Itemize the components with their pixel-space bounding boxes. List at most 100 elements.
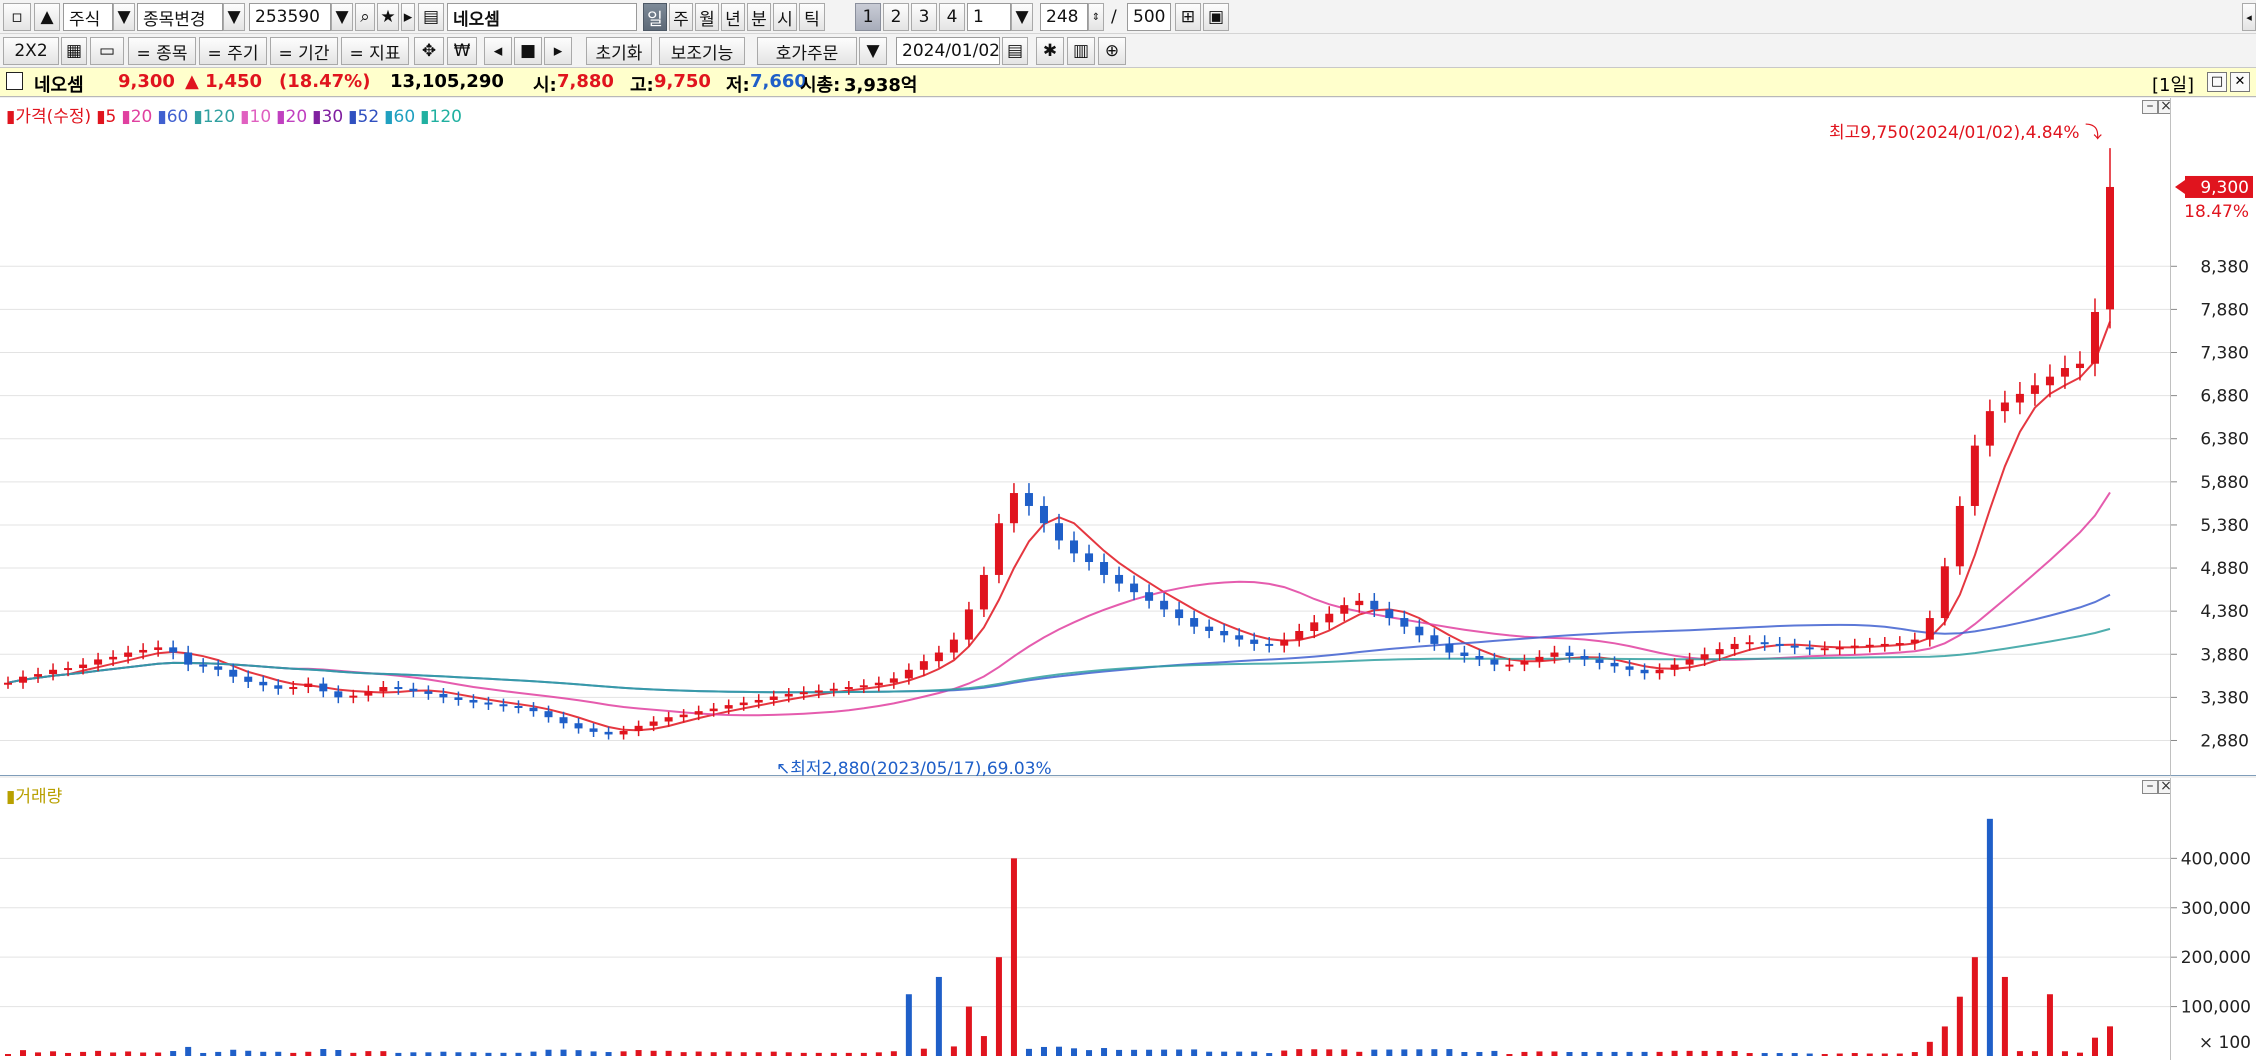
volume-bar [980,1036,987,1056]
price-chart[interactable]: ▮가격(수정) ▮5 ▮20 ▮60 ▮120 ▮10 ▮20 ▮30 ▮52 ▮60 ▮120 최… [0,98,2174,779]
price-chart-svg [0,148,2170,741]
change-symbol-select[interactable]: 종목변경 [137,3,223,31]
gear-icon[interactable]: ✱ [1036,37,1064,65]
info-mcap-label: 시총: [800,75,841,96]
grid-icon[interactable]: ▦ [61,37,87,65]
candle-body [124,652,133,657]
save-icon[interactable]: ▣ [1203,3,1229,31]
period-hour[interactable]: 시 [773,3,797,31]
quote-order-button[interactable]: 호가주문 [757,37,857,65]
select-checkbox[interactable] [6,72,23,90]
pane-minimize-icon[interactable]: – [2142,779,2158,794]
candle-body [619,730,628,735]
period-minute[interactable]: 분 [747,3,771,31]
interval-input[interactable]: 1 [967,3,1011,31]
candle-body [1115,574,1124,584]
chevron-down-icon[interactable]: ▼ [223,3,245,31]
interval-2[interactable]: 2 [883,3,909,31]
candle-body [1535,656,1544,662]
candle-body [784,693,793,697]
chevron-up-icon[interactable]: ▲ [34,3,60,31]
chart-settings-icon[interactable]: ▥ [1067,37,1095,65]
next-icon[interactable]: ▸ [544,37,572,65]
interval-1[interactable]: 1 [855,3,881,31]
pane-minimize-icon[interactable]: – [2142,99,2158,114]
candle-body [244,676,253,682]
search-icon[interactable]: ⌕ [355,3,375,31]
candle-body [1415,626,1424,636]
calendar-icon[interactable]: ▤ [1002,37,1028,65]
interval-4[interactable]: 4 [939,3,965,31]
candle-body [1100,562,1109,575]
volume-bar [1116,1049,1123,1056]
volume-bar [2001,976,2008,1056]
chevron-down-icon[interactable]: ▼ [859,37,887,65]
candle-body [694,711,703,715]
new-window-icon[interactable]: ⊞ [1175,3,1201,31]
indicator-button[interactable]: = 지표 [341,37,409,65]
range-button[interactable]: = 기간 [270,37,338,65]
volume-bar [1025,1048,1032,1056]
zoom-icon[interactable]: ⊕ [1098,37,1126,65]
candle-body [1235,635,1244,640]
volume-tick-label: 200,000 [2181,948,2251,968]
candle-body [139,649,148,653]
volume-bar [905,994,912,1056]
chevron-down-icon[interactable]: ▼ [331,3,353,31]
layout-button[interactable]: 2X2 [3,37,59,65]
volume-bar [35,1052,42,1056]
volume-bar [725,1051,732,1056]
currency-icon[interactable]: ₩ [447,37,477,65]
chevron-down-icon[interactable]: ▼ [113,3,135,31]
period-week[interactable]: 주 [669,3,693,31]
market-select[interactable]: 주식 [63,3,113,31]
candle-body [724,705,733,709]
candle-body [889,678,898,683]
spinner-icon[interactable]: ⇕ [1088,3,1104,31]
prev-icon[interactable]: ◂ [484,37,512,65]
stop-icon[interactable]: ■ [514,37,542,65]
side-arrow-icon[interactable]: ◂ [2242,3,2256,31]
period-tick[interactable]: 틱 [799,3,825,31]
interval-3[interactable]: 3 [911,3,937,31]
volume-bar [965,1006,972,1056]
reset-button[interactable]: 초기화 [586,37,652,65]
period-year[interactable]: 년 [721,3,745,31]
candle-body [1880,643,1889,646]
date-input[interactable]: 2024/01/02 [896,37,1000,65]
volume-bar [65,1052,72,1056]
single-layout-icon[interactable]: ▭ [90,37,124,65]
volume-bar [1596,1051,1603,1056]
period-button[interactable]: = 주기 [199,37,267,65]
aux-button[interactable]: 보조기능 [659,37,745,65]
maximize-icon[interactable]: □ [2207,72,2227,92]
code-input[interactable]: 253590 [249,3,331,31]
volume-bar [290,1052,297,1056]
collapse-icon[interactable]: ▫ [3,3,31,31]
volume-bar [1251,1051,1258,1056]
close-icon[interactable]: ✕ [2230,72,2250,92]
stock-list-icon[interactable]: ▤ [418,3,444,31]
candle-body [184,652,193,665]
symbol-button[interactable]: = 종목 [128,37,196,65]
chevron-right-icon[interactable]: ▸ [401,3,415,31]
volume-bar [1926,1041,1933,1056]
count-shown-input[interactable]: 248 [1040,3,1088,31]
count-total-input[interactable]: 500 [1127,3,1171,31]
candle-body [109,656,118,660]
candle-body [274,685,283,689]
volume-bar [5,1054,11,1056]
candle-body [2000,402,2009,412]
period-month[interactable]: 월 [695,3,719,31]
candle-body [2015,393,2024,403]
price-tick-label: 8,380 [2200,257,2249,277]
volume-chart[interactable]: ▮거래량 – × [0,778,2174,1060]
price-tick-label: 3,380 [2200,688,2249,708]
move-icon[interactable]: ✥ [414,37,444,65]
chevron-down-icon[interactable]: ▼ [1011,3,1033,31]
candle-body [499,704,508,707]
candle-body [1685,659,1694,665]
period-day[interactable]: 일 [643,3,667,31]
volume-bar [260,1051,267,1056]
star-icon[interactable]: ★ [377,3,399,31]
